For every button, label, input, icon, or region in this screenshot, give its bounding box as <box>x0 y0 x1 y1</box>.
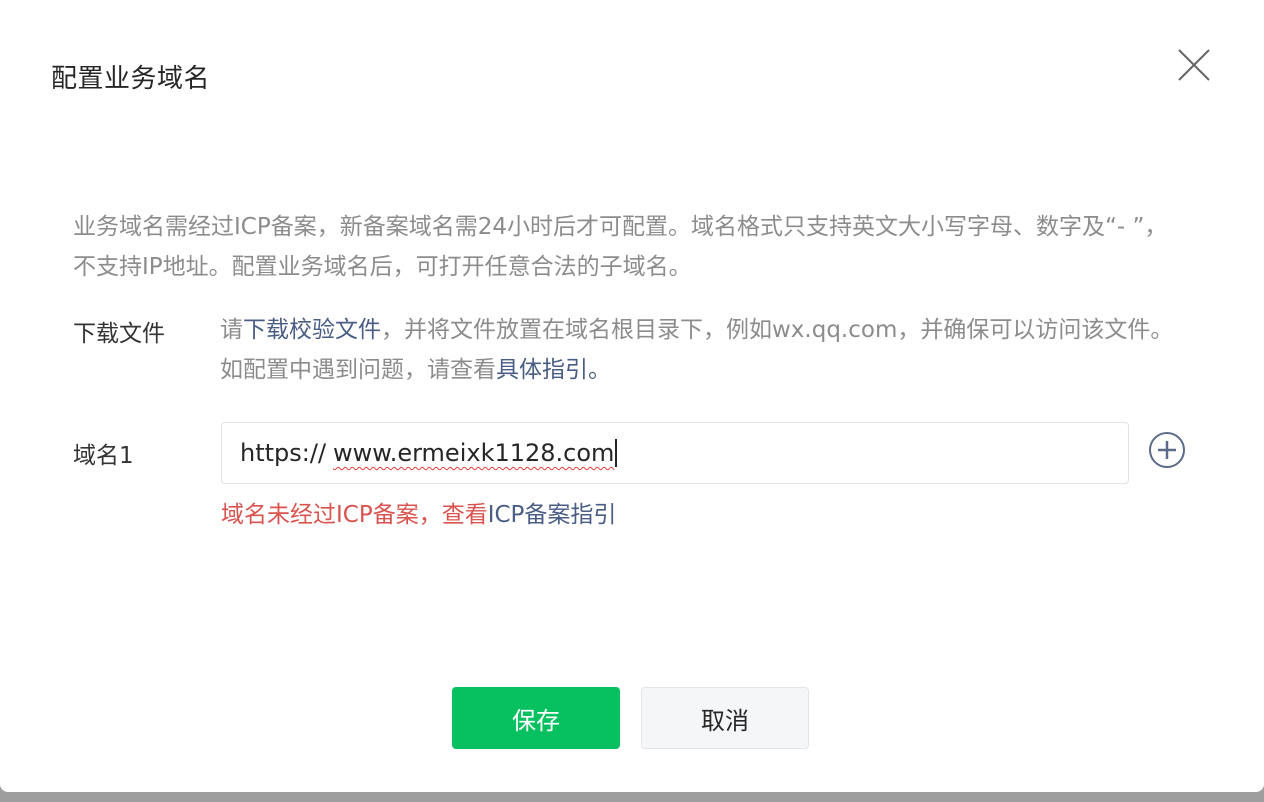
error-text: 域名未经过ICP备案，查看 <box>221 502 488 528</box>
plus-circle-icon <box>1149 432 1185 468</box>
close-button[interactable] <box>1174 45 1214 85</box>
domain-value: www.ermeixk1128.com <box>333 439 615 467</box>
cancel-button[interactable]: 取消 <box>641 687 809 749</box>
icp-error-message: 域名未经过ICP备案，查看ICP备案指引 <box>221 495 616 529</box>
add-domain-button[interactable] <box>1148 431 1186 469</box>
dialog-title: 配置业务域名 <box>51 64 211 94</box>
download-file-label: 下载文件 <box>73 321 165 347</box>
config-domain-dialog: 配置业务域名 业务域名需经过ICP备案，新备案域名需24小时后才可配置。域名格式… <box>0 0 1264 792</box>
download-verify-file-link[interactable]: 下载校验文件 <box>243 317 381 343</box>
https-prefix: https:// <box>240 439 327 467</box>
domain-description: 业务域名需经过ICP备案，新备案域名需24小时后才可配置。域名格式只支持英文大小… <box>73 214 1168 280</box>
download-text-prefix: 请 <box>220 317 243 343</box>
detailed-guide-link[interactable]: 具体指引。 <box>496 357 611 383</box>
domain-input[interactable]: https:// www.ermeixk1128.com <box>221 422 1129 484</box>
icp-guide-link[interactable]: ICP备案指引 <box>488 502 617 528</box>
save-button[interactable]: 保存 <box>452 687 620 749</box>
text-caret <box>615 439 618 467</box>
domain-1-label: 域名1 <box>73 443 134 469</box>
download-instructions: 请下载校验文件，并将文件放置在域名根目录下，例如wx.qq.com，并确保可以访… <box>220 310 1195 390</box>
close-icon <box>1178 49 1210 81</box>
